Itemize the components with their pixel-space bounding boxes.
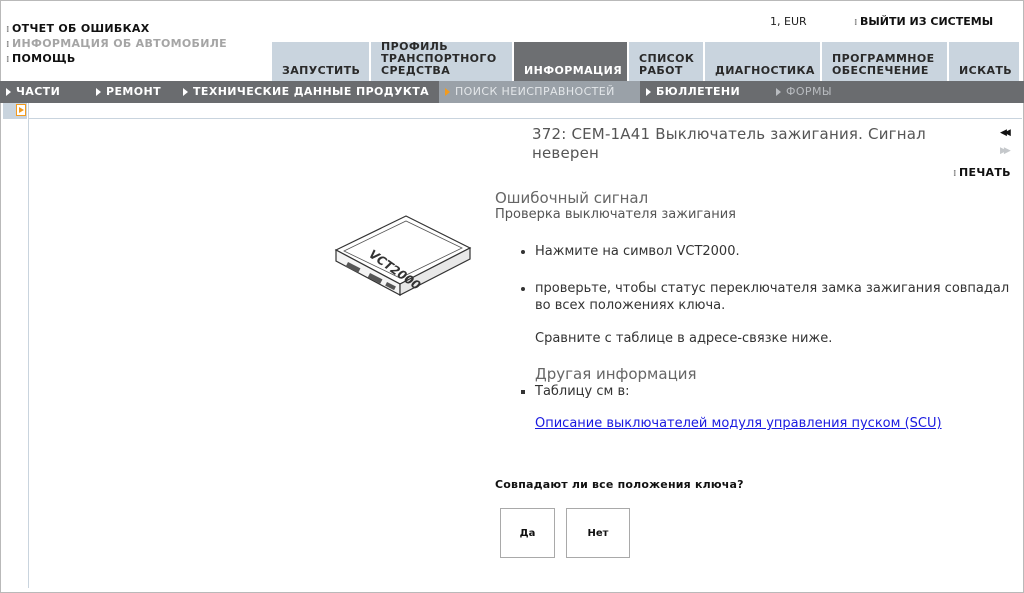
subnav-troubleshooting[interactable]: ПОИСК НЕИСПРАВНОСТЕЙ <box>439 81 640 103</box>
tab-search[interactable]: ИСКАТЬ <box>949 42 1019 81</box>
sub-navigation: ЧАСТИ РЕМОНТ ТЕХНИЧЕСКИЕ ДАННЫЕ ПРОДУКТА… <box>0 81 1024 103</box>
vct2000-device-icon[interactable]: VCT2000 <box>334 210 494 306</box>
tab-work-list[interactable]: СПИСОК РАБОТ <box>629 42 703 81</box>
compare-text: Сравните с таблице в адресе-связке ниже. <box>535 331 833 346</box>
top-links: ⁞ ОТЧЕТ ОБ ОШИБКАХ ⁞ ИНФОРМАЦИЯ ОБ АВТОМОБ… <box>6 22 227 67</box>
error-report-link[interactable]: ⁞ ОТЧЕТ ОБ ОШИБКАХ <box>6 22 227 37</box>
scu-switches-link[interactable]: Описание выключателей модуля управления … <box>535 416 942 431</box>
reference-link-wrapper: Описание выключателей модуля управления … <box>535 416 1015 431</box>
tab-software[interactable]: ПРОГРАММНОЕ ОБЕСПЕЧЕНИЕ <box>822 42 947 81</box>
left-divider <box>28 103 29 588</box>
list-item: Таблицу см в: <box>535 383 1015 400</box>
doc-navigation: ◀◀ ▶▶ <box>1000 124 1011 160</box>
question-text: Совпадают ли все положения ключа? <box>495 478 744 491</box>
previous-page-icon[interactable]: ◀◀ <box>1000 124 1011 142</box>
next-page-icon[interactable]: ▶▶ <box>1000 142 1011 160</box>
list-item: проверьте, чтобы статус переключателя за… <box>535 280 1015 314</box>
page-title: 372: CEM-1A41 Выключатель зажигания. Сиг… <box>532 125 926 162</box>
vehicle-info-link[interactable]: ⁞ ИНФОРМАЦИЯ ОБ АВТОМОБИЛЕ <box>6 37 227 52</box>
tab-information[interactable]: ИНФОРМАЦИЯ <box>514 42 627 81</box>
instruction-content: Нажмите на символ VCT2000. проверьте, чт… <box>495 243 1015 431</box>
section-title: Ошибочный сигнал <box>495 189 649 207</box>
tab-diagnostics[interactable]: ДИАГНОСТИКА <box>705 42 820 81</box>
yes-button[interactable]: Да <box>500 508 555 558</box>
reference-list: Таблицу см в: <box>495 383 1015 400</box>
subnav-tech-data[interactable]: ТЕХНИЧЕСКИЕ ДАННЫЕ ПРОДУКТА <box>177 81 439 103</box>
account-status: 1, EUR <box>770 15 807 28</box>
subnav-bulletins[interactable]: БЮЛЛЕТЕНИ <box>640 81 770 103</box>
section-subtitle: Проверка выключателя зажигания <box>495 207 736 222</box>
subnav-forms[interactable]: ФОРМЫ <box>770 81 856 103</box>
subnav-repair[interactable]: РЕМОНТ <box>90 81 177 103</box>
list-item: Нажмите на символ VCT2000. <box>535 243 1015 260</box>
tab-start[interactable]: ЗАПУСТИТЬ <box>272 42 369 81</box>
other-info-heading: Другая информация <box>535 365 697 383</box>
main-tabs: ЗАПУСТИТЬ ПРОФИЛЬ ТРАНСПОРТНОГО СРЕДСТВА… <box>272 41 1019 81</box>
expand-panel-icon[interactable] <box>16 104 26 116</box>
logout-link[interactable]: ⁞ ВЫЙТИ ИЗ СИСТЕМЫ <box>854 15 993 28</box>
subnav-parts[interactable]: ЧАСТИ <box>0 81 90 103</box>
top-divider <box>28 118 1022 119</box>
no-button[interactable]: Нет <box>566 508 630 558</box>
help-link[interactable]: ⁞ ПОМОЩЬ <box>6 52 227 67</box>
tab-vehicle-profile[interactable]: ПРОФИЛЬ ТРАНСПОРТНОГО СРЕДСТВА <box>371 41 512 81</box>
instruction-list: Нажмите на символ VCT2000. проверьте, чт… <box>495 243 1015 314</box>
print-button[interactable]: ⁞ ПЕЧАТЬ <box>953 166 1011 179</box>
